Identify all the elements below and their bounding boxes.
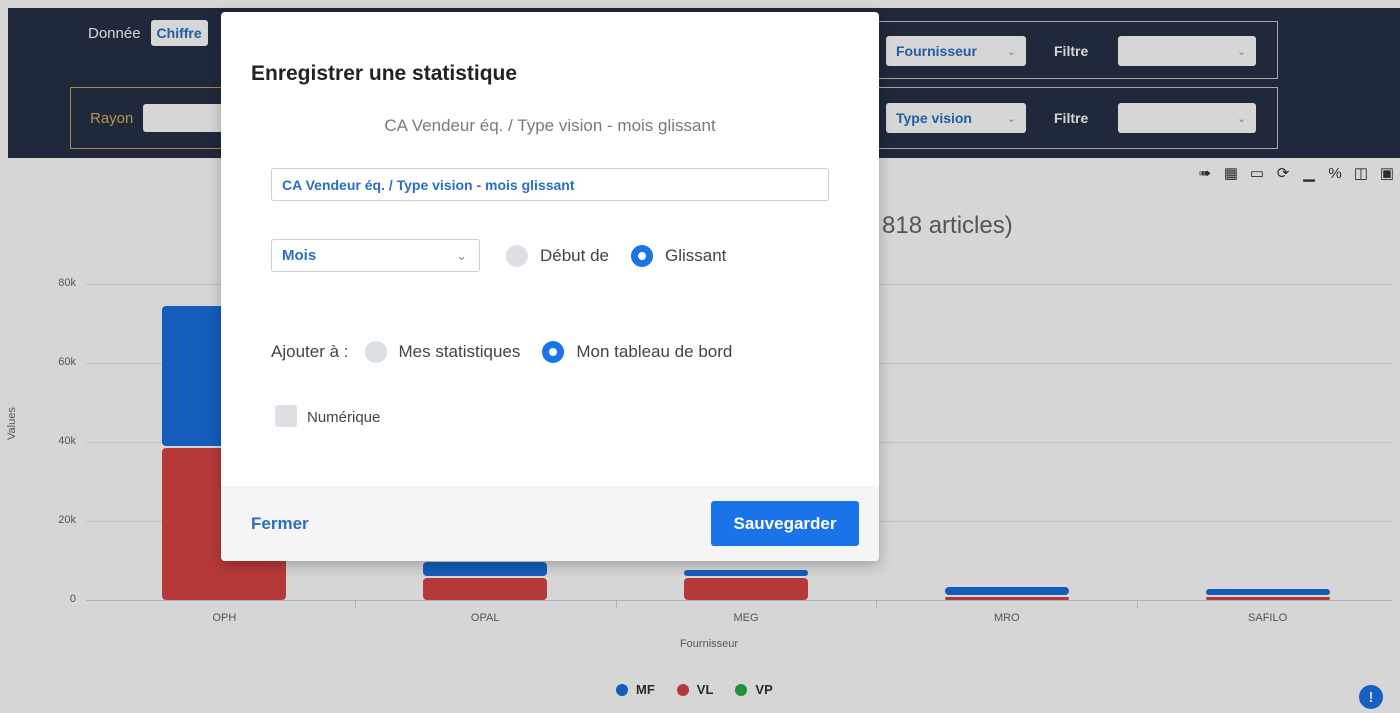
numeric-label: Numérique	[307, 409, 381, 426]
dialog-title: Enregistrer une statistique	[251, 62, 518, 85]
save-statistic-dialog: Enregistrer une statistique CA Vendeur é…	[221, 12, 879, 561]
add-to-label: Ajouter à :	[271, 342, 349, 361]
mes-statistiques-radio[interactable]	[364, 341, 387, 363]
period-radio-group: Début de Glissant	[506, 245, 748, 267]
period-select-value: Mois	[282, 247, 317, 264]
glissant-radio[interactable]	[631, 245, 653, 267]
mon-tableau-de-bord-radio[interactable]	[542, 341, 565, 363]
dialog-footer: Fermer Sauvegarder	[221, 486, 879, 561]
period-select[interactable]: Mois ⌄	[271, 239, 480, 272]
close-button[interactable]: Fermer	[251, 514, 309, 534]
chevron-down-icon: ⌄	[456, 247, 467, 263]
debut-de-radio[interactable]	[506, 245, 528, 267]
statistic-name-input[interactable]	[271, 168, 829, 201]
add-to-radio-group: Ajouter à : Mes statistiques Mon tableau…	[271, 341, 754, 363]
debut-de-label: Début de	[540, 246, 609, 265]
dialog-subtitle: CA Vendeur éq. / Type vision - mois glis…	[384, 116, 716, 135]
glissant-label: Glissant	[665, 246, 727, 265]
numeric-checkbox[interactable]	[275, 405, 297, 427]
save-button[interactable]: Sauvegarder	[711, 501, 859, 546]
mon-tableau-de-bord-label: Mon tableau de bord	[576, 342, 733, 361]
mes-statistiques-label: Mes statistiques	[398, 342, 521, 361]
